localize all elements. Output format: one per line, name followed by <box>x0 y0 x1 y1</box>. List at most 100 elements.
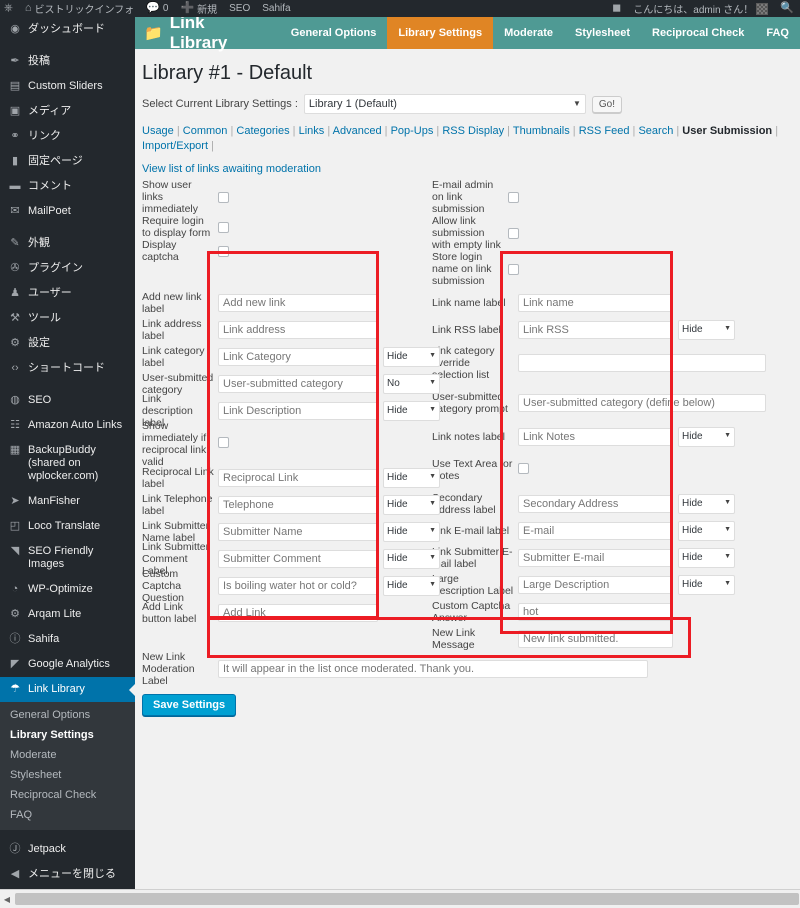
moderation-label-input[interactable] <box>218 660 648 678</box>
field-text-input[interactable] <box>518 320 673 339</box>
field-visibility-select[interactable]: Hide ▼ <box>383 467 440 488</box>
field-visibility-select[interactable]: Hide ▼ <box>678 426 735 447</box>
field-text-input[interactable] <box>518 548 673 567</box>
field-text-input[interactable] <box>218 576 378 595</box>
plugin-tab-1[interactable]: Library Settings <box>387 17 494 49</box>
sidebar-submenu-item-4[interactable]: Reciprocal Check <box>0 785 135 805</box>
sidebar-item-12[interactable]: ⚙ 設定 <box>0 331 135 356</box>
subnav-item-2[interactable]: Categories <box>236 125 289 137</box>
go-button[interactable]: Go! <box>591 95 623 113</box>
sidebar-item-4[interactable]: ⚭ リンク <box>0 124 135 149</box>
sidebar-item-19[interactable]: ◥ SEO Friendly Images <box>0 539 135 577</box>
sidebar-item-16[interactable]: ▦ BackupBuddy (shared on wplocker.com) <box>0 438 135 489</box>
field-visibility-select[interactable]: Hide ▼ <box>383 494 440 515</box>
field-visibility-select[interactable]: Hide ▼ <box>383 521 440 542</box>
plugin-tab-3[interactable]: Stylesheet <box>564 17 641 49</box>
checkbox-input[interactable] <box>218 221 229 233</box>
subnav-item-8[interactable]: RSS Feed <box>579 125 630 137</box>
sidebar-item-10[interactable]: ♟ ユーザー <box>0 281 135 306</box>
field-visibility-select[interactable]: Hide ▼ <box>678 520 735 541</box>
subnav-item-7[interactable]: Thumbnails <box>513 125 570 137</box>
field-text-input[interactable] <box>218 495 378 514</box>
sidebar-item-20[interactable]: ◔ WP-Optimize <box>0 577 135 602</box>
field-visibility-select[interactable]: Hide ▼ <box>383 575 440 596</box>
sidebar-item-1[interactable]: ✒ 投稿 <box>0 49 135 74</box>
subnav-item-0[interactable]: Usage <box>142 125 174 137</box>
sidebar-item-0[interactable]: ◉ ダッシュボード <box>0 17 135 42</box>
sidebar-item-7[interactable]: ✉ MailPoet <box>0 199 135 224</box>
sidebar-submenu-item-3[interactable]: Stylesheet <box>0 765 135 785</box>
admin-bar-wp-logo[interactable]: ⎈ <box>0 0 19 17</box>
sidebar-item-5[interactable]: ▮ 固定ページ <box>0 149 135 174</box>
field-visibility-select[interactable]: Hide ▼ <box>678 574 735 595</box>
field-text-input[interactable] <box>218 293 378 312</box>
admin-bar-notifications[interactable]: ◼ <box>606 0 627 17</box>
plugin-tab-0[interactable]: General Options <box>280 17 388 49</box>
field-visibility-select[interactable]: Hide ▼ <box>678 319 735 340</box>
sidebar-item-9[interactable]: ✇ プラグイン <box>0 256 135 281</box>
checkbox-input[interactable] <box>508 227 519 239</box>
sidebar-item-3[interactable]: ▣ メディア <box>0 99 135 124</box>
field-visibility-select[interactable]: Hide ▼ <box>678 493 735 514</box>
sidebar-footer-item-1[interactable]: ◀ メニューを閉じる <box>0 862 135 887</box>
sidebar-item-6[interactable]: ▬ コメント <box>0 174 135 199</box>
sidebar-submenu-item-0[interactable]: General Options <box>0 705 135 725</box>
checkbox-input[interactable] <box>508 263 519 275</box>
sidebar-footer-item-0[interactable]: Ⓙ Jetpack <box>0 837 135 862</box>
field-text-input[interactable] <box>518 494 673 513</box>
admin-bar-theme[interactable]: Sahifa <box>256 0 296 17</box>
field-text-input[interactable] <box>518 602 673 621</box>
field-text-input[interactable] <box>218 468 378 487</box>
subnav-item-6[interactable]: RSS Display <box>442 125 504 137</box>
sidebar-item-23[interactable]: ◤ Google Analytics <box>0 652 135 677</box>
library-select[interactable]: Library 1 (Default) ▼ <box>303 94 586 114</box>
sidebar-item-link-library[interactable]: ☂ Link Library <box>0 677 136 702</box>
sidebar-submenu-item-1[interactable]: Library Settings <box>0 725 135 745</box>
checkbox-input[interactable] <box>508 191 519 203</box>
field-text-input[interactable] <box>218 603 378 622</box>
field-visibility-select[interactable]: Hide ▼ <box>383 400 440 421</box>
sidebar-item-21[interactable]: ⚙ Arqam Lite <box>0 602 135 627</box>
subnav-item-1[interactable]: Common <box>183 125 228 137</box>
field-text-input[interactable] <box>218 374 378 393</box>
field-text-input[interactable] <box>518 427 673 446</box>
sidebar-item-14[interactable]: ◍ SEO <box>0 388 135 413</box>
admin-bar-seo[interactable]: SEO <box>223 0 256 17</box>
field-text-input[interactable] <box>218 549 378 568</box>
field-text-input[interactable] <box>518 354 766 372</box>
field-visibility-select[interactable]: Hide ▼ <box>383 346 440 367</box>
field-checkbox[interactable] <box>518 463 529 474</box>
field-text-input[interactable] <box>518 293 673 312</box>
field-text-input[interactable] <box>218 401 378 420</box>
plugin-tab-2[interactable]: Moderate <box>493 17 564 49</box>
scrollbar-thumb[interactable] <box>15 893 799 905</box>
sidebar-submenu-item-5[interactable]: FAQ <box>0 805 135 825</box>
sidebar-item-18[interactable]: ◰ Loco Translate <box>0 514 135 539</box>
admin-bar-comments[interactable]: 💬 0 <box>140 0 174 17</box>
plugin-tab-5[interactable]: FAQ <box>755 17 800 49</box>
field-visibility-select[interactable]: Hide ▼ <box>383 548 440 569</box>
field-text-input[interactable] <box>218 522 378 541</box>
admin-bar-search[interactable]: 🔍 <box>774 0 800 17</box>
subnav-item-3[interactable]: Links <box>299 125 325 137</box>
sidebar-item-22[interactable]: ⓘ Sahifa <box>0 627 135 652</box>
field-text-input[interactable] <box>218 320 378 339</box>
sidebar-submenu-item-2[interactable]: Moderate <box>0 745 135 765</box>
sidebar-item-17[interactable]: ➤ ManFisher <box>0 489 135 514</box>
subnav-item-9[interactable]: Search <box>638 125 673 137</box>
checkbox-input[interactable] <box>218 245 229 257</box>
checkbox-input[interactable] <box>218 191 229 203</box>
admin-bar-new-content[interactable]: ➕ 新規 <box>174 0 223 17</box>
subnav-item-11[interactable]: Import/Export <box>142 140 208 152</box>
subnav-item-10[interactable]: User Submission <box>682 125 772 137</box>
plugin-tab-4[interactable]: Reciprocal Check <box>641 17 755 49</box>
subnav-item-5[interactable]: Pop-Ups <box>391 125 434 137</box>
field-visibility-select[interactable]: Hide ▼ <box>678 547 735 568</box>
field-text-input[interactable] <box>518 521 673 540</box>
field-text-input[interactable] <box>518 394 766 412</box>
admin-bar-site-name[interactable]: ⌂ ビストリックインフォ <box>19 0 140 17</box>
moderation-queue-link[interactable]: View list of links awaiting moderation <box>142 163 790 175</box>
field-checkbox[interactable] <box>218 437 229 448</box>
sidebar-item-11[interactable]: ⚒ ツール <box>0 306 135 331</box>
field-text-input[interactable] <box>218 347 378 366</box>
